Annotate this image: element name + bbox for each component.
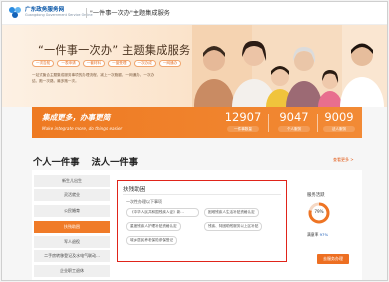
stat-item: 9009 法人服务 [318, 111, 360, 132]
hero-pill: 一套材料 [82, 60, 106, 67]
service-item[interactable]: 重度残疾人护理补贴资格认定 [126, 222, 181, 231]
site-header: 广东政务服务网 Guangdong Government Service Onl… [2, 2, 387, 25]
hero-pill: 一窗受理 [108, 60, 131, 67]
header-divider [86, 8, 87, 18]
service-subtitle: 一次性办理以下事项 [126, 199, 162, 204]
stat-value: 9009 [324, 110, 354, 124]
hero-title: “一件事一次办” 主题集成服务 [38, 44, 191, 57]
heading-divider [123, 194, 281, 195]
service-stats: 服务活跃 79% 满意率 97% [307, 192, 357, 252]
menu-item[interactable]: 企业职工退休 [34, 265, 110, 277]
category-tabs: 个人一件事 法人一件事 [33, 154, 139, 172]
menu-item[interactable]: 二手房转移登记及水电气联动... [34, 250, 110, 262]
hero-pill: 一表申请 [57, 60, 80, 67]
banner-title: 集成更多，办事更简 [42, 113, 111, 122]
service-item[interactable]: 城乡居民养老保险参保登记 [126, 236, 178, 245]
hero-pill: 一次告知 [32, 60, 55, 67]
gauge-value: 79% [314, 209, 324, 214]
stat-value: 12907 [224, 110, 262, 124]
banner-subtitle: Make integrate more, do things easier [42, 126, 123, 131]
service-item[interactable]: 困难残疾人生活补贴资格认定 [204, 208, 259, 217]
family-photo [192, 25, 387, 107]
stat-item: 9047 个人服务 [273, 111, 315, 132]
satisfaction-label: 满意率 [307, 232, 319, 237]
hero-description: 一站式聚合主题集成服务事项的办理流程，减上一次跑腿，一网通办，一次办结，跑一次路… [32, 73, 155, 83]
highlighted-service-box: 扶残助困 一次性办理以下事项 《中华人民共和国残疾人证》新... 困难残疾人生活… [117, 180, 287, 262]
stat-label: 个人服务 [278, 126, 310, 132]
side-menu: 新生儿出生 灵活就业 公民婚育 扶残助困 军人退役 二手房转移登记及水电气联动.… [32, 170, 112, 280]
site-subtitle: Guangdong Government Service Online [25, 13, 93, 17]
page-frame: 广东政务服务网 Guangdong Government Service Onl… [1, 1, 388, 281]
tab-corporate[interactable]: 法人一件事 [92, 154, 139, 171]
site-name[interactable]: 广东政务服务网 [25, 5, 64, 13]
stats-banner: 集成更多，办事更简 Make integrate more, do things… [32, 107, 362, 138]
satisfaction-rate: 满意率 97% [307, 232, 328, 238]
satisfaction-value: 97% [319, 232, 329, 237]
menu-item[interactable]: 军人退役 [34, 236, 110, 248]
menu-item[interactable]: 新生儿出生 [34, 175, 110, 187]
stat-item: 12907 一件事数量 [222, 111, 264, 132]
gd-logo-icon[interactable] [8, 5, 22, 19]
service-item[interactable]: 《中华人民共和国残疾人证》新... [126, 208, 199, 217]
hero-pill: 一网通办 [158, 60, 182, 67]
service-heading: 扶残助困 [123, 187, 146, 193]
hero-banner: “一件事一次办” 主题集成服务 一次告知 一表申请 一套材料 一窗受理 一次办成… [2, 25, 387, 107]
stat-label: 一件事数量 [227, 126, 259, 132]
stat-separator [268, 114, 269, 132]
menu-item[interactable]: 公民婚育 [34, 205, 110, 217]
menu-item-active[interactable]: 扶残助困 [34, 221, 110, 233]
menu-item[interactable]: 灵活就业 [34, 189, 110, 201]
content-panel: 新生儿出生 灵活就业 公民婚育 扶残助困 军人退役 二手房转移登记及水电气联动.… [32, 170, 362, 280]
view-more-link[interactable]: 查看更多 > [333, 157, 354, 163]
stat-label: 法人服务 [323, 126, 355, 132]
hero-pill: 一次办成 [133, 60, 156, 67]
hero-pills: 一次告知 一表申请 一套材料 一窗受理 一次办成 一网通办 [32, 60, 182, 67]
service-item[interactable]: 残疾、特困助残服务以上区补贴 [204, 222, 263, 231]
tab-personal[interactable]: 个人一件事 [33, 154, 80, 172]
service-stats-title: 服务活跃 [307, 193, 325, 198]
stat-value: 9047 [279, 110, 309, 124]
go-handle-button[interactable]: 去服务办理 [317, 254, 349, 264]
header-title: "一件事一次办"主题集成服务 [90, 10, 170, 17]
